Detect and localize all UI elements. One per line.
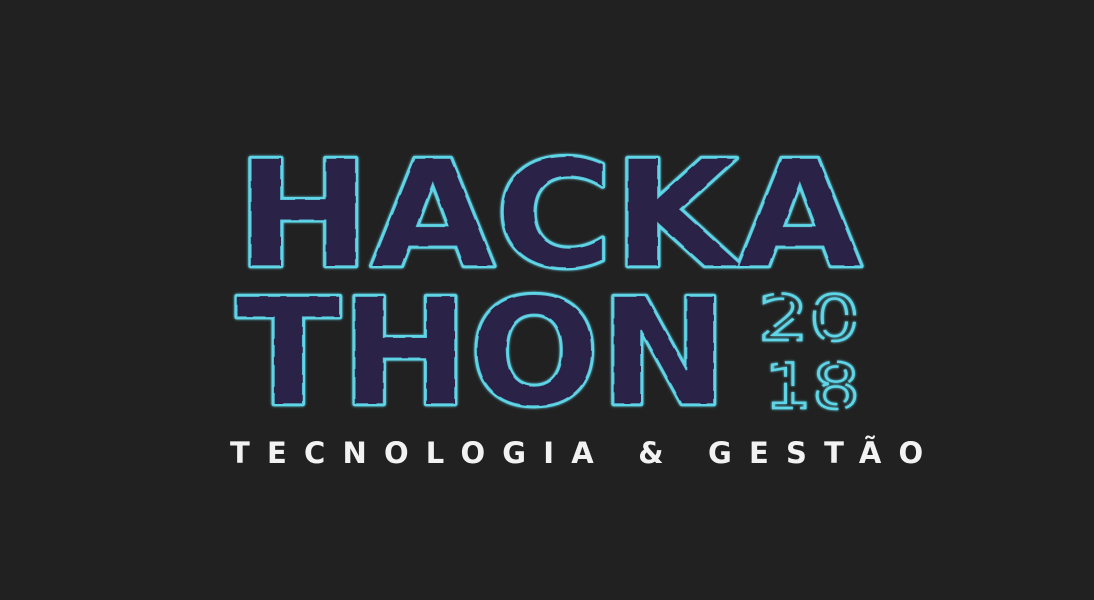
logo-tagline: TECNOLOGIA & GESTÃO xyxy=(230,436,941,470)
hackathon-logo: HACKA HACKA THON THON 20 18 xyxy=(234,127,865,442)
logo-year-top: 20 xyxy=(758,282,860,355)
logo-line-thon-inner: THON xyxy=(236,267,728,439)
logo-year-bottom: 18 xyxy=(764,350,860,423)
hackathon-banner: HACKA HACKA THON THON 20 18 TECNOLOGIA &… xyxy=(0,0,1094,600)
